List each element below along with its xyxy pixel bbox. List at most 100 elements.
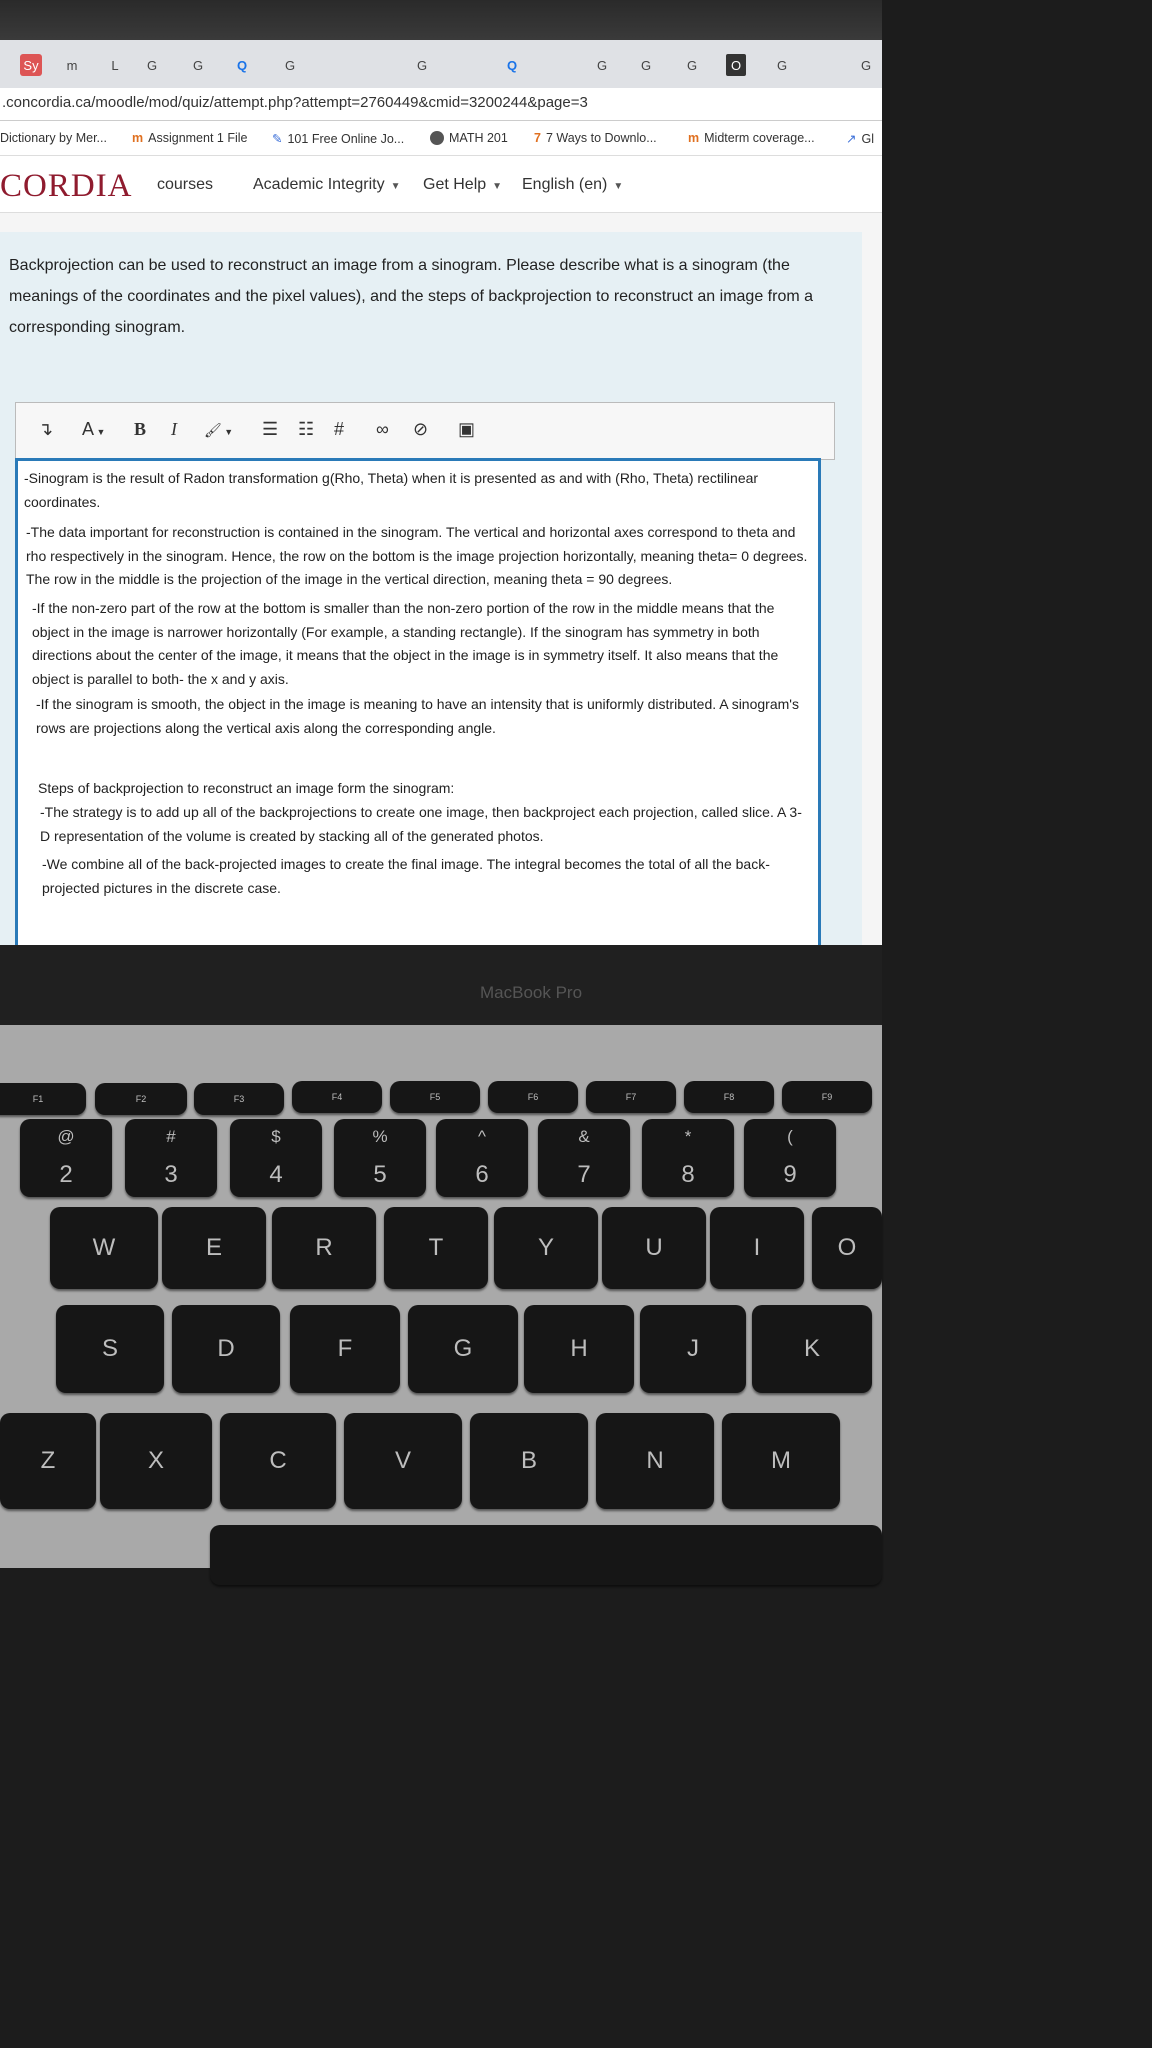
key-e[interactable]: E xyxy=(162,1207,266,1289)
tab-10[interactable]: G xyxy=(592,54,612,76)
answer-editor[interactable]: -Sinogram is the result of Radon transfo… xyxy=(15,458,821,945)
key-r[interactable]: R xyxy=(272,1207,376,1289)
key-w[interactable]: W xyxy=(50,1207,158,1289)
bookmark-assignment[interactable]: m Assignment 1 File xyxy=(132,131,247,145)
link-icon[interactable]: ∞ xyxy=(376,419,389,440)
editor-toolbar: ↴ A ▼ B I 🖌 ▼ ☰ ☷ # ∞ ⊘ ▣ xyxy=(15,402,835,460)
bold-button[interactable]: B xyxy=(134,419,146,440)
bookmark-gl[interactable]: ↗ Gl xyxy=(846,131,874,147)
url-text[interactable]: .concordia.ca/moodle/mod/quiz/attempt.ph… xyxy=(2,94,588,111)
key-s[interactable]: S xyxy=(56,1305,164,1393)
key-o[interactable]: O xyxy=(812,1207,882,1289)
key-x[interactable]: X xyxy=(100,1413,212,1509)
hash-button[interactable]: # xyxy=(334,419,344,440)
key-2[interactable]: @2 xyxy=(20,1119,112,1197)
key-f8[interactable]: F8 xyxy=(684,1081,774,1113)
key-f3[interactable]: F3 xyxy=(194,1083,284,1115)
answer-paragraph: -The data important for reconstruction i… xyxy=(26,524,808,587)
spacebar[interactable] xyxy=(210,1525,882,1585)
key-f1[interactable]: F1 xyxy=(0,1083,86,1115)
top-bezel xyxy=(0,0,882,40)
key-f4[interactable]: F4 xyxy=(292,1081,382,1113)
tab-14[interactable]: G xyxy=(772,54,792,76)
key-v[interactable]: V xyxy=(344,1413,462,1509)
tab-9[interactable]: Q xyxy=(502,54,522,76)
tab-1[interactable]: Sy xyxy=(20,54,42,76)
image-icon[interactable]: ▣ xyxy=(458,419,475,440)
numbered-list-icon[interactable]: ☷ xyxy=(298,419,314,440)
caret-down-icon: ▼ xyxy=(492,181,503,192)
bullet-list-icon[interactable]: ☰ xyxy=(262,419,278,440)
bookmark-midterm[interactable]: m Midterm coverage... xyxy=(688,131,815,145)
key-d[interactable]: D xyxy=(172,1305,280,1393)
tab-13[interactable]: O xyxy=(726,54,746,76)
key-4[interactable]: $4 xyxy=(230,1119,322,1197)
collapse-toolbar-button[interactable]: ↴ xyxy=(38,419,53,440)
nav-language[interactable]: English (en) ▼ xyxy=(522,176,623,194)
chart-icon: ↗ xyxy=(846,132,857,146)
key-c[interactable]: C xyxy=(220,1413,336,1509)
key-f6[interactable]: F6 xyxy=(488,1081,578,1113)
key-g[interactable]: G xyxy=(408,1305,518,1393)
caret-down-icon: ▼ xyxy=(390,181,401,192)
key-u[interactable]: U xyxy=(602,1207,706,1289)
nav-get-help[interactable]: Get Help ▼ xyxy=(423,176,502,194)
pen-icon: ✎ xyxy=(272,132,283,146)
key-f2[interactable]: F2 xyxy=(95,1083,187,1115)
question-text: Backprojection can be used to reconstruc… xyxy=(9,257,814,336)
tab-12[interactable]: G xyxy=(682,54,702,76)
key-f5[interactable]: F5 xyxy=(390,1081,480,1113)
key-y[interactable]: Y xyxy=(494,1207,598,1289)
key-z[interactable]: Z xyxy=(0,1413,96,1509)
key-9[interactable]: (9 xyxy=(744,1119,836,1197)
key-5[interactable]: % 5 xyxy=(334,1119,426,1197)
answer-paragraph: -Sinogram is the result of Radon transfo… xyxy=(24,470,759,510)
browser-screen: Sy m L G G Q G G Q G G G O G G .concordi… xyxy=(0,40,882,945)
bookmark-dictionary[interactable]: Dictionary by Mer... xyxy=(0,131,107,145)
address-bar[interactable]: .concordia.ca/moodle/mod/quiz/attempt.ph… xyxy=(0,88,882,121)
key-7[interactable]: & 7 xyxy=(538,1119,630,1197)
key-f[interactable]: F xyxy=(290,1305,400,1393)
question-area: Backprojection can be used to reconstruc… xyxy=(0,232,862,945)
keyboard: F1 F2 F3 F4 F5 F6 F7 F8 F9 @2 #3 $4 % 5 ^… xyxy=(0,1025,882,1585)
brush-icon[interactable]: 🖌 ▼ xyxy=(204,419,233,440)
answer-paragraph: -If the non-zero part of the row at the … xyxy=(32,600,779,687)
key-m[interactable]: M xyxy=(722,1413,840,1509)
unlink-icon[interactable]: ⊘ xyxy=(413,419,428,440)
bookmark-free-online[interactable]: ✎ 101 Free Online Jo... xyxy=(272,131,404,147)
tab-7[interactable]: G xyxy=(280,54,300,76)
key-8[interactable]: * 8 xyxy=(642,1119,734,1197)
bookmark-7-ways[interactable]: 77 Ways to Downlo... xyxy=(534,131,657,145)
key-b[interactable]: B xyxy=(470,1413,588,1509)
tab-2[interactable]: m xyxy=(62,54,82,76)
key-k[interactable]: K xyxy=(752,1305,872,1393)
answer-paragraph: Steps of backprojection to reconstruct a… xyxy=(38,780,455,796)
key-i[interactable]: I xyxy=(710,1207,804,1289)
tab-3[interactable]: L xyxy=(100,54,130,76)
key-h[interactable]: H xyxy=(524,1305,634,1393)
key-j[interactable]: J xyxy=(640,1305,746,1393)
tab-4[interactable]: G xyxy=(142,54,162,76)
key-t[interactable]: T xyxy=(384,1207,488,1289)
key-3[interactable]: #3 xyxy=(125,1119,217,1197)
tab-8[interactable]: G xyxy=(412,54,432,76)
tab-bar: Sy m L G G Q G G Q G G G O G G xyxy=(0,40,882,88)
concordia-logo[interactable]: CORDIA xyxy=(0,168,133,205)
bookmark-math-201[interactable]: MATH 201 xyxy=(430,131,508,145)
tab-5[interactable]: G xyxy=(188,54,208,76)
key-f7[interactable]: F7 xyxy=(586,1081,676,1113)
font-color-button[interactable]: A ▼ xyxy=(82,419,105,440)
nav-courses[interactable]: courses xyxy=(157,176,213,194)
key-6[interactable]: ^ 6 xyxy=(436,1119,528,1197)
key-f9[interactable]: F9 xyxy=(782,1081,872,1113)
italic-button[interactable]: I xyxy=(171,419,177,440)
tab-15[interactable]: G xyxy=(856,54,876,76)
tab-11[interactable]: G xyxy=(636,54,656,76)
key-n[interactable]: N xyxy=(596,1413,714,1509)
moodle-icon: m xyxy=(132,131,144,145)
macbook-label: MacBook Pro xyxy=(480,983,583,1002)
tab-6[interactable]: Q xyxy=(232,54,252,76)
answer-paragraph: -The strategy is to add up all of the ba… xyxy=(40,804,802,844)
laptop-bezel: MacBook Pro xyxy=(0,945,882,1025)
nav-academic-integrity[interactable]: Academic Integrity ▼ xyxy=(253,176,401,194)
